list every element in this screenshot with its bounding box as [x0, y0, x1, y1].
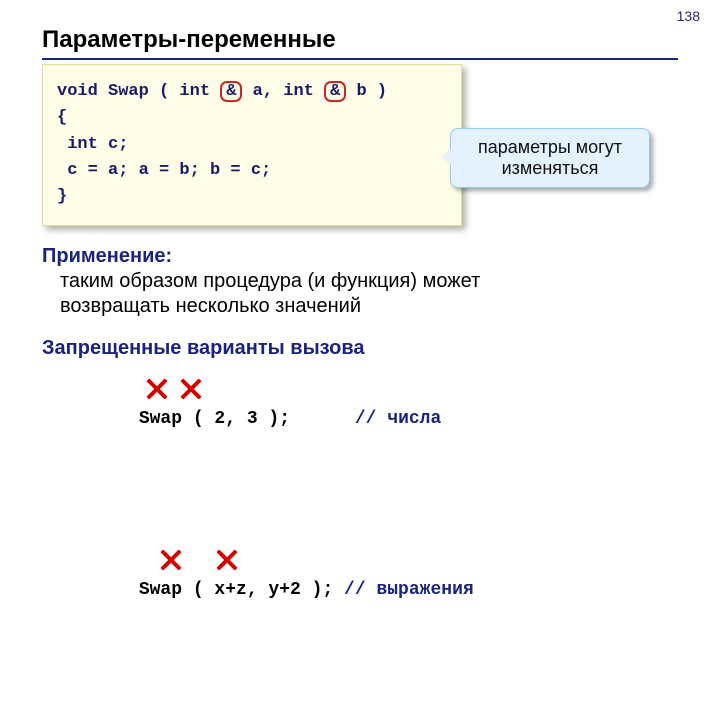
callout-line-1: параметры могут	[478, 137, 622, 157]
bad-call-2: Swap ( x+z, y+2 ); // выражения	[74, 539, 678, 710]
bad-call-2-comment: // выражения	[344, 580, 474, 600]
amp-circle-2: &	[324, 81, 346, 102]
code-box-swap: void Swap ( int & a, int & b ) { int c; …	[42, 64, 462, 226]
bad-call-1-code: Swap ( 2, 3 );	[139, 409, 355, 429]
code-seg: a, int	[242, 82, 324, 101]
title-rule	[42, 58, 678, 60]
bad-call-1-comment: // числа	[355, 409, 441, 429]
forbidden-heading: Запрещенные варианты вызова	[42, 337, 678, 360]
bad-call-2-code: Swap ( x+z, y+2 );	[139, 580, 344, 600]
slide: 138 Параметры-переменные void Swap ( int…	[0, 0, 720, 540]
code-seg: void Swap ( int	[57, 82, 220, 101]
application-section: Применение: таким образом процедура (и ф…	[42, 244, 678, 319]
bad-call-1: Swap ( 2, 3 ); // числа	[74, 368, 678, 539]
code-line-4: c = a; a = b; b = c;	[57, 158, 443, 184]
slide-title: Параметры-переменные	[42, 26, 678, 54]
callout-params-change: параметры могут изменяться	[450, 128, 650, 188]
application-body-1: таким образом процедура (и функция) може…	[60, 269, 678, 294]
bad-calls: Swap ( 2, 3 ); // числа Swap ( x+z, y+2 …	[74, 368, 678, 710]
code-line-5: }	[57, 184, 443, 210]
page-number: 138	[677, 8, 700, 24]
application-lead: Применение:	[42, 245, 172, 267]
cross-icon	[216, 549, 238, 571]
callout-line-2: изменяться	[502, 158, 599, 178]
cross-icon	[146, 378, 168, 400]
code-line-2: {	[57, 105, 443, 131]
amp-circle-1: &	[220, 81, 242, 102]
cross-icon	[180, 378, 202, 400]
code-seg: b )	[346, 82, 387, 101]
cross-icon	[160, 549, 182, 571]
code-line-3: int c;	[57, 132, 443, 158]
application-body-2: возвращать несколько значений	[60, 294, 678, 319]
code-line-1: void Swap ( int & a, int & b )	[57, 79, 443, 105]
